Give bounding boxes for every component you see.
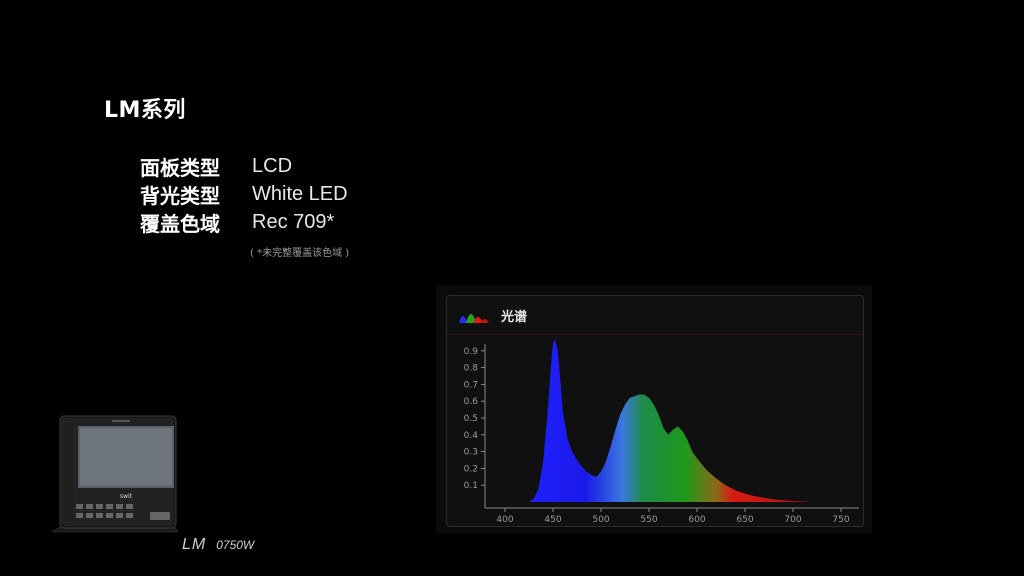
spec-value: White LED: [252, 182, 348, 205]
x-tick-label: 600: [688, 515, 705, 525]
x-tick-label: 500: [592, 515, 609, 525]
y-tick-label: 0.1: [464, 481, 478, 491]
x-tick-label: 750: [832, 515, 849, 525]
spectrum-chart: 0.1 0.2 0.3 0.4 0.5 0.6 0.7 0.8 0.9 400 450 500 550 6…: [464, 339, 859, 525]
series-title: LM系列: [104, 98, 186, 123]
x-tick-label: 400: [496, 515, 513, 525]
model-prefix: LM: [182, 536, 207, 553]
gamut-footnote: ( *未完整覆盖该色域 ): [250, 248, 350, 259]
x-tick-label: 550: [640, 515, 657, 525]
x-tick-label: 450: [544, 515, 561, 525]
spec-key: 覆盖色域: [140, 211, 220, 236]
x-tick-label: 650: [736, 515, 753, 525]
y-tick-label: 0.9: [464, 347, 479, 357]
spec-row-backlight-type: 背光类型 White LED: [140, 180, 348, 208]
y-tick-label: 0.7: [464, 380, 478, 390]
y-tick-label: 0.8: [464, 364, 479, 374]
spec-value: Rec 709*: [252, 210, 335, 233]
spectrum-panel: 光谱 0.1 0.2 0.3 0.4 0.5 0.6 0.7 0.8 0.9 400 450 500 5…: [436, 285, 872, 533]
spec-row-panel-type: 面板类型 LCD: [140, 152, 348, 180]
monitor-brand: swit: [120, 493, 133, 500]
model-number: 0750W: [216, 538, 255, 552]
spec-value: LCD: [252, 154, 293, 177]
y-tick-label: 0.5: [464, 414, 478, 424]
spectrum-area-0: [529, 339, 813, 502]
y-tick-label: 0.4: [464, 431, 479, 441]
y-tick-label: 0.6: [464, 397, 479, 407]
spec-list: 面板类型 LCD 背光类型 White LED 覆盖色域 Rec 709*: [140, 152, 348, 236]
spec-key: 面板类型: [140, 155, 220, 180]
x-tick-label: 700: [784, 515, 801, 525]
model-name: LM 0750W: [182, 536, 254, 554]
y-tick-label: 0.3: [464, 448, 478, 458]
monitor-product-image: swit: [52, 415, 179, 533]
spec-row-color-gamut: 覆盖色域 Rec 709*: [140, 208, 348, 236]
spectrum-panel-frame: 光谱 0.1 0.2 0.3 0.4 0.5 0.6 0.7 0.8 0.9 400 450 500 5…: [446, 295, 864, 527]
y-tick-label: 0.2: [464, 464, 478, 474]
spec-key: 背光类型: [140, 183, 220, 208]
